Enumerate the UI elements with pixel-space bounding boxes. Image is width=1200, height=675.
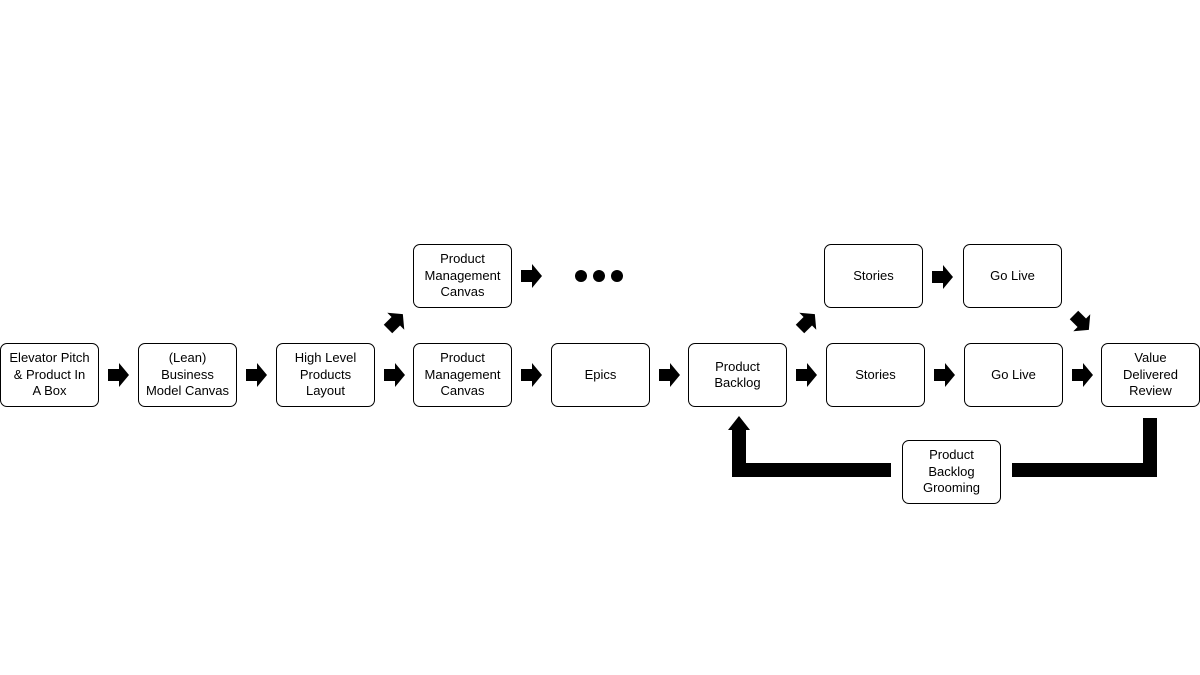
- arrow-right-icon: [796, 363, 817, 387]
- step-epics: Epics: [551, 343, 650, 407]
- arrow-right-icon: [659, 363, 680, 387]
- arrow-down-right-icon: [1065, 306, 1098, 339]
- step-high-level-products-layout: High Level Products Layout: [276, 343, 375, 407]
- step-go-live: Go Live: [964, 343, 1063, 407]
- ellipsis-dot-icon: [593, 270, 605, 282]
- arrow-right-icon: [521, 264, 542, 288]
- arrow-right-icon: [1072, 363, 1093, 387]
- arrows-layer: [108, 264, 1157, 477]
- ellipsis-dot-icon: [611, 270, 623, 282]
- step-product-management-canvas: Product Management Canvas: [413, 343, 512, 407]
- arrow-right-icon: [246, 363, 267, 387]
- step-elevator-pitch: Elevator Pitch & Product In A Box: [0, 343, 99, 407]
- feedback-connector-right: [1012, 418, 1157, 477]
- step-value-delivered-review: Value Delivered Review: [1101, 343, 1200, 407]
- branch-stories: Stories: [824, 244, 923, 308]
- feedback-product-backlog-grooming: Product Backlog Grooming: [902, 440, 1001, 504]
- step-stories: Stories: [826, 343, 925, 407]
- arrow-right-icon: [521, 363, 542, 387]
- arrow-right-icon: [932, 265, 953, 289]
- arrow-right-icon: [384, 363, 405, 387]
- arrow-up-right-icon: [791, 305, 824, 338]
- step-lean-business-model-canvas: (Lean) Business Model Canvas: [138, 343, 237, 407]
- arrow-right-icon: [934, 363, 955, 387]
- arrow-right-icon: [108, 363, 129, 387]
- branch-go-live: Go Live: [963, 244, 1062, 308]
- ellipsis-dot-icon: [575, 270, 587, 282]
- step-product-backlog: Product Backlog: [688, 343, 787, 407]
- feedback-arrow-up-icon: [728, 416, 891, 477]
- branch-product-management-canvas: Product Management Canvas: [413, 244, 512, 308]
- arrow-up-right-icon: [379, 305, 412, 338]
